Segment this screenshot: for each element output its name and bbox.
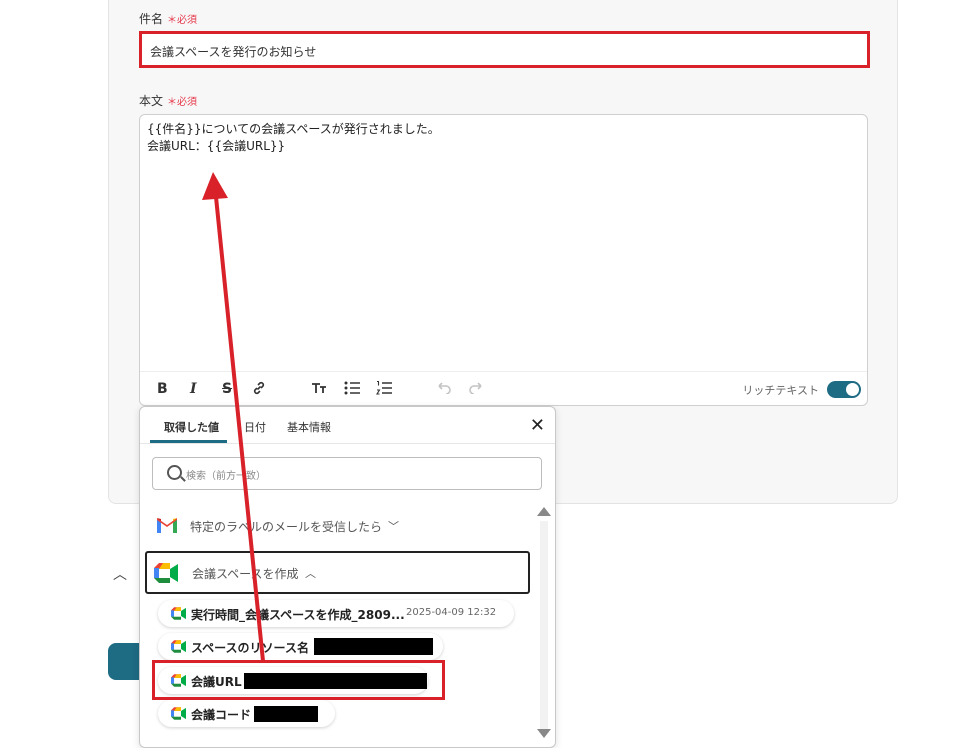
bold-icon[interactable]: B: [157, 380, 168, 398]
rich-text-toggle[interactable]: [827, 381, 861, 398]
group-label: 会議スペースを作成: [192, 567, 299, 581]
subject-input[interactable]: 会議スペースを発行のお知らせ: [139, 31, 870, 68]
google-meet-icon: [154, 563, 178, 583]
body-editor[interactable]: {{件名}}についての会議スペースが発行されました。 会議URL：{{会議URL…: [139, 114, 868, 406]
search-placeholder: 検索（前方一致）: [186, 471, 266, 482]
scrollbar[interactable]: [537, 507, 551, 747]
group-meet-create-space[interactable]: 会議スペースを作成 ︿: [145, 551, 530, 594]
highlight-box: [152, 660, 445, 700]
google-meet-icon: [171, 707, 186, 720]
required-text: 必須: [177, 15, 198, 26]
value-item-resource-name[interactable]: スペースのリソース名: [158, 633, 443, 660]
scroll-up-arrow-icon[interactable]: [537, 507, 551, 516]
subject-label: 件名 ＊必須: [139, 10, 197, 27]
chevron-up-icon[interactable]: ︿: [113, 564, 127, 584]
bullet-list-icon[interactable]: [344, 380, 361, 398]
scroll-track[interactable]: [540, 521, 548, 731]
required-text: 必須: [177, 97, 198, 108]
redacted-value: [314, 638, 433, 655]
subject-label-text: 件名: [139, 12, 164, 26]
redacted-value: [254, 706, 318, 722]
tab-date[interactable]: 日付: [244, 419, 266, 435]
heading-icon[interactable]: [311, 380, 327, 398]
body-text[interactable]: {{件名}}についての会議スペースが発行されました。 会議URL：{{会議URL…: [147, 121, 440, 155]
required-marker: ＊必須: [167, 15, 198, 26]
group-gmail-trigger[interactable]: 特定のラベルのメールを受信したら ﹀: [145, 506, 530, 549]
value-item-value: 2025-04-09 12:32: [406, 607, 497, 618]
scroll-down-arrow-icon[interactable]: [537, 729, 551, 738]
ordered-list-icon[interactable]: [376, 380, 393, 398]
body-label-text: 本文: [139, 94, 164, 108]
strikethrough-icon[interactable]: S: [222, 380, 232, 398]
google-meet-icon: [171, 640, 186, 653]
value-item-label: 会議コード: [191, 708, 252, 722]
chevron-up-icon[interactable]: ︿: [305, 565, 316, 581]
undo-icon[interactable]: [436, 380, 452, 398]
required-marker: ＊必須: [167, 97, 198, 108]
body-label: 本文 ＊必須: [139, 92, 197, 109]
picker-tabs: 取得した値 日付 基本情報 ✕: [140, 407, 555, 444]
rich-text-label: リッチテキスト: [742, 384, 819, 397]
active-tab-indicator: [150, 440, 227, 443]
value-item-label: スペースのリソース名: [191, 641, 309, 655]
italic-icon[interactable]: I: [190, 380, 197, 398]
tab-basic-info[interactable]: 基本情報: [287, 419, 331, 435]
value-item-meeting-code[interactable]: 会議コード: [158, 700, 335, 727]
chevron-down-icon[interactable]: ﹀: [388, 518, 399, 534]
gmail-icon: [157, 518, 177, 533]
close-icon[interactable]: ✕: [530, 415, 545, 436]
search-input[interactable]: 検索（前方一致）: [152, 457, 542, 490]
tab-retrieved-values[interactable]: 取得した値: [164, 419, 219, 435]
search-icon: [167, 465, 182, 480]
editor-toolbar: B I S リッチテキスト: [140, 371, 867, 406]
link-icon[interactable]: [251, 380, 267, 398]
group-label: 特定のラベルのメールを受信したら: [190, 520, 383, 534]
value-item-exec-time[interactable]: 実行時間_会議スペースを作成_2809... 2025-04-09 12:32: [158, 600, 514, 627]
value-item-label: 実行時間_会議スペースを作成_2809...: [191, 608, 405, 622]
google-meet-icon: [171, 607, 186, 620]
redo-icon[interactable]: [468, 380, 484, 398]
